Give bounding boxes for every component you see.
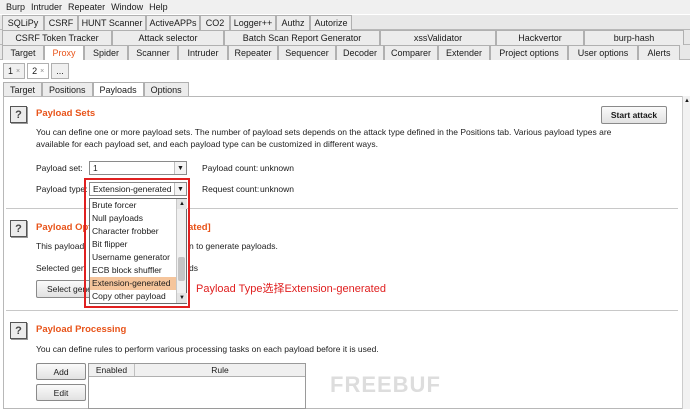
attack-tabs: 1 × 2 × ... xyxy=(3,63,71,79)
attack-tab-label: 1 xyxy=(8,66,14,76)
request-count-value: unknown xyxy=(260,184,295,194)
payload-count-label: Payload count: xyxy=(202,163,259,173)
payload-options-desc: This payload xyxy=(36,241,85,251)
tab-csrf-token-tracker[interactable]: CSRF Token Tracker xyxy=(2,30,112,45)
payload-type-label: Payload type: xyxy=(36,184,88,194)
desc-line: available for each payload set, and each… xyxy=(36,139,378,149)
scroll-up-icon[interactable]: ▲ xyxy=(683,96,690,105)
tab-extender[interactable]: Extender xyxy=(438,45,490,60)
main-tabs: Target Proxy Spider Scanner Intruder Rep… xyxy=(0,45,690,60)
tab-repeater[interactable]: Repeater xyxy=(228,45,278,60)
tab-proxy[interactable]: Proxy xyxy=(44,45,84,60)
tab-logger[interactable]: Logger++ xyxy=(230,15,276,30)
menu-burp[interactable]: Burp xyxy=(3,2,28,12)
start-attack-button[interactable]: Start attack xyxy=(601,106,667,124)
column-enabled[interactable]: Enabled xyxy=(89,364,135,376)
tab-intruder-positions[interactable]: Positions xyxy=(42,82,93,96)
desc-line: You can define one or more payload sets.… xyxy=(36,127,612,137)
tab-intruder-options[interactable]: Options xyxy=(143,82,189,96)
selected-generator-label-end: ds xyxy=(189,263,198,273)
payload-sets-title: Payload Sets xyxy=(36,108,96,119)
payload-options-title-end: ated] xyxy=(188,222,211,233)
tab-target[interactable]: Target xyxy=(2,45,44,60)
menu-window[interactable]: Window xyxy=(108,2,146,12)
payload-set-value: 1 xyxy=(93,163,98,173)
selected-generator-label: Selected gen xyxy=(36,263,86,273)
attack-tab-1[interactable]: 1 × xyxy=(3,63,26,79)
help-icon[interactable]: ? xyxy=(10,106,27,123)
payload-set-select[interactable]: 1 ▼ xyxy=(89,161,187,175)
attack-tab-new[interactable]: ... xyxy=(51,63,69,79)
tab-sequencer[interactable]: Sequencer xyxy=(278,45,336,60)
request-count-label: Request count: xyxy=(202,184,260,194)
table-header: Enabled Rule xyxy=(89,364,305,377)
close-icon[interactable]: × xyxy=(40,68,44,75)
annotation-text: Payload Type选择Extension-generated xyxy=(196,283,386,295)
tab-autorize[interactable]: Autorize xyxy=(310,15,352,30)
panel-scrollbar[interactable]: ▲ xyxy=(682,96,690,409)
edit-rule-button[interactable]: Edit xyxy=(36,384,86,401)
tab-batch-scan-report[interactable]: Batch Scan Report Generator xyxy=(224,30,380,45)
tab-hunt-scanner[interactable]: HUNT Scanner xyxy=(78,15,146,30)
tab-sqlipy[interactable]: SQLiPy xyxy=(2,15,44,30)
menu-help[interactable]: Help xyxy=(146,2,171,12)
column-rule[interactable]: Rule xyxy=(135,364,305,376)
menu-bar: Burp Intruder Repeater Window Help xyxy=(0,0,690,14)
menu-repeater[interactable]: Repeater xyxy=(65,2,108,12)
tab-co2[interactable]: CO2 xyxy=(200,15,230,30)
tab-hackvertor[interactable]: Hackvertor xyxy=(496,30,584,45)
tab-decoder[interactable]: Decoder xyxy=(336,45,384,60)
tab-csrf[interactable]: CSRF xyxy=(44,15,78,30)
tab-intruder[interactable]: Intruder xyxy=(178,45,228,60)
tab-burp-hash[interactable]: burp-hash xyxy=(584,30,684,45)
tab-activeapps[interactable]: ActiveAPPs xyxy=(146,15,200,30)
payload-sets-description: You can define one or more payload sets.… xyxy=(36,126,676,150)
help-icon[interactable]: ? xyxy=(10,322,27,339)
tab-authz[interactable]: Authz xyxy=(276,15,310,30)
extension-tabs-row2: CSRF Token Tracker Attack selector Batch… xyxy=(0,30,690,45)
tab-project-options[interactable]: Project options xyxy=(490,45,568,60)
tab-scanner[interactable]: Scanner xyxy=(128,45,178,60)
attack-tab-2[interactable]: 2 × xyxy=(27,63,50,79)
menu-intruder[interactable]: Intruder xyxy=(28,2,65,12)
section-divider xyxy=(6,310,678,311)
extension-tabs-row1: SQLiPy CSRF HUNT Scanner ActiveAPPs CO2 … xyxy=(0,15,690,30)
payload-set-label: Payload set: xyxy=(36,163,83,173)
tab-comparer[interactable]: Comparer xyxy=(384,45,438,60)
attack-tab-label: 2 xyxy=(32,66,38,76)
add-rule-button[interactable]: Add xyxy=(36,363,86,380)
close-icon[interactable]: × xyxy=(16,68,20,75)
payload-processing-desc: You can define rules to perform various … xyxy=(36,344,379,354)
tab-attack-selector[interactable]: Attack selector xyxy=(112,30,224,45)
tab-xssvalidator[interactable]: xssValidator xyxy=(380,30,496,45)
tab-alerts[interactable]: Alerts xyxy=(638,45,680,60)
tab-user-options[interactable]: User options xyxy=(568,45,638,60)
processing-rules-table[interactable]: Enabled Rule xyxy=(88,363,306,409)
watermark-logo: FREEBUF xyxy=(330,372,441,397)
payload-count-value: unknown xyxy=(260,163,295,173)
tab-intruder-payloads[interactable]: Payloads xyxy=(92,82,144,96)
intruder-tabs: Target Positions Payloads Options xyxy=(3,82,189,96)
chevron-down-icon: ▼ xyxy=(174,162,186,174)
help-icon[interactable]: ? xyxy=(10,220,27,237)
tab-intruder-target[interactable]: Target xyxy=(3,82,43,96)
tab-spider[interactable]: Spider xyxy=(84,45,128,60)
annotation-highlight-box xyxy=(84,178,190,308)
payload-processing-title: Payload Processing xyxy=(36,324,127,335)
payload-options-desc-end: n to generate payloads. xyxy=(189,241,278,251)
